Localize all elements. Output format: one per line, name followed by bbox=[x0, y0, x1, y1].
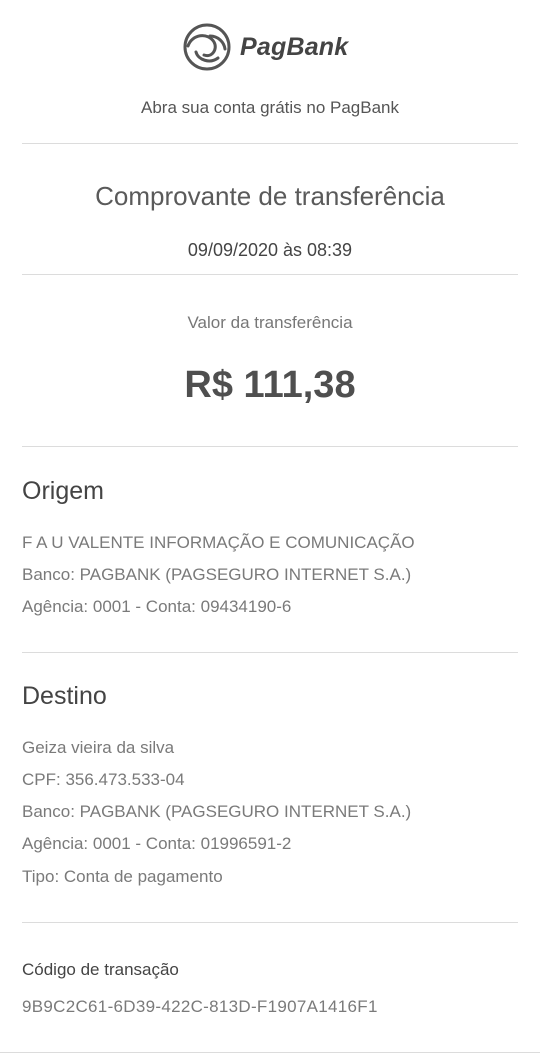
destination-account-type: Tipo: Conta de pagamento bbox=[22, 867, 223, 886]
brand-logo[interactable]: PagBank bbox=[182, 20, 348, 74]
origin-bank: Banco: PAGBANK (PAGSEGURO INTERNET S.A.) bbox=[22, 565, 412, 584]
brand-name: PagBank bbox=[240, 32, 349, 61]
destination-heading: Destino bbox=[22, 682, 107, 710]
transfer-datetime: 09/09/2020 às 08:39 bbox=[187, 240, 353, 260]
origin-account: Agência: 0001 - Conta: 09434190-6 bbox=[22, 597, 292, 616]
bottom-divider bbox=[0, 1052, 540, 1053]
origin-name: F A U VALENTE INFORMAÇÃO E COMUNICAÇÃO bbox=[22, 533, 415, 552]
transaction-code-label: Código de transação bbox=[22, 960, 179, 979]
divider bbox=[22, 922, 518, 923]
destination-account: Agência: 0001 - Conta: 01996591-2 bbox=[22, 834, 292, 853]
header: PagBank Abra sua conta grátis no PagBank bbox=[0, 0, 540, 145]
destination-cpf: CPF: 356.473.533-04 bbox=[22, 770, 185, 789]
destination-name: Geiza vieira da silva bbox=[22, 738, 175, 757]
origin-heading: Origem bbox=[22, 477, 104, 505]
divider bbox=[22, 652, 518, 653]
destination-bank: Banco: PAGBANK (PAGSEGURO INTERNET S.A.) bbox=[22, 802, 412, 821]
transfer-value: R$ 111,38 bbox=[184, 364, 356, 406]
divider bbox=[22, 143, 518, 144]
transaction-code: 9B9C2C61-6D39-422C-813D-F1907A1416F1 bbox=[22, 997, 378, 1016]
divider bbox=[22, 274, 518, 275]
page-title: Comprovante de transferência bbox=[95, 181, 445, 211]
transfer-value-label: Valor da transferência bbox=[187, 313, 353, 332]
pagbank-swirl-icon bbox=[183, 23, 231, 71]
divider bbox=[22, 446, 518, 447]
open-account-link[interactable]: Abra sua conta grátis no PagBank bbox=[0, 98, 540, 118]
